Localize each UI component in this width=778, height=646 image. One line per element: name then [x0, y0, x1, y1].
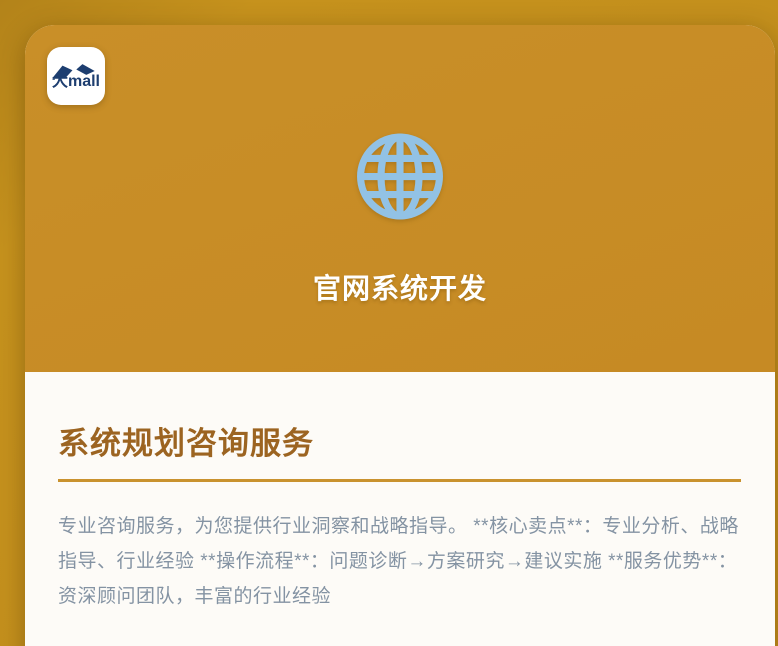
card-body: 系统规划咨询服务 专业咨询服务，为您提供行业洞察和战略指导。 **核心卖点**：… — [25, 372, 775, 614]
header-title: 官网系统开发 — [25, 267, 775, 307]
app-logo: 大mall — [47, 47, 105, 105]
logo-inner: 大mall — [52, 62, 100, 90]
service-heading: 系统规划咨询服务 — [58, 418, 741, 463]
globe-icon — [353, 129, 448, 224]
logo-text: 大mall — [52, 74, 100, 90]
gold-divider — [58, 479, 741, 482]
card-header: 大mall 官网系统开发 — [25, 25, 775, 372]
service-description: 专业咨询服务，为您提供行业洞察和战略指导。 **核心卖点**：专业分析、战略指导… — [58, 509, 741, 614]
service-detail-card[interactable]: 大mall 官网系统开发 系统规划咨询服务 专业咨询服务，为您提供行业洞察和战略… — [25, 25, 775, 646]
